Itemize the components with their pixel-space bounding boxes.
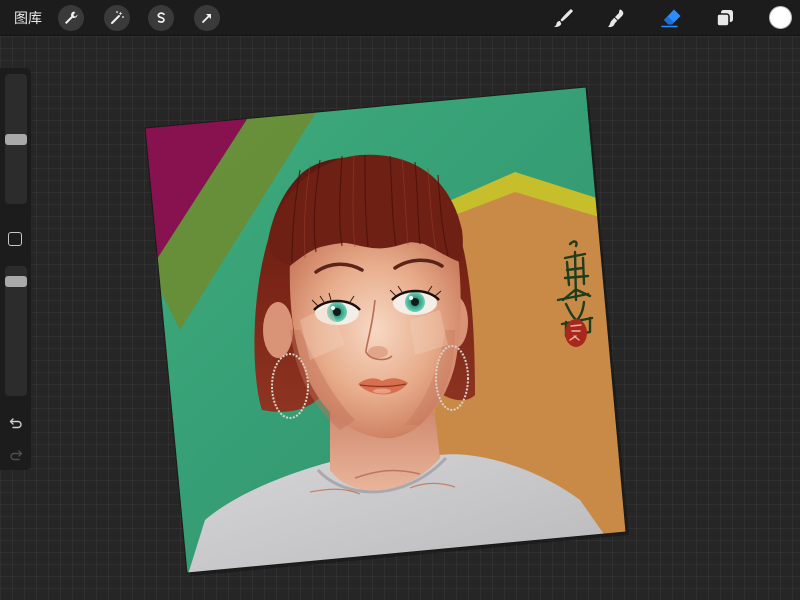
canvas-artwork[interactable]: [0, 0, 800, 600]
artwork-painting: [145, 87, 626, 573]
red-seal-stamp: [565, 319, 587, 347]
